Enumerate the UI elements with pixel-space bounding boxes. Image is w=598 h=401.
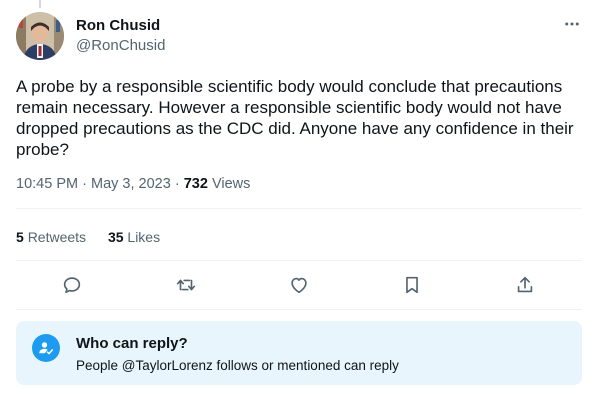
divider — [16, 208, 582, 209]
reply-restriction-description: People @TaylorLorenz follows or mentione… — [76, 358, 399, 373]
reply-restriction-title: Who can reply? — [76, 335, 188, 352]
mention-person-icon — [32, 334, 60, 362]
retweet-button[interactable] — [171, 270, 201, 300]
tweet-date[interactable]: May 3, 2023 — [91, 176, 171, 192]
share-button[interactable] — [510, 270, 540, 300]
author-names: Ron Chusid @RonChusid — [76, 16, 165, 56]
engagement-stats: 5 Retweets 35 Likes — [16, 227, 178, 247]
retweets-label: Retweets — [27, 229, 87, 245]
meta-separator: · — [174, 176, 180, 192]
likes-count: 35 — [107, 229, 124, 245]
author-handle[interactable]: @RonChusid — [76, 36, 165, 56]
more-options-button[interactable] — [562, 14, 582, 34]
author-display-name[interactable]: Ron Chusid — [76, 16, 165, 36]
meta-separator: · — [82, 176, 87, 192]
tweet-time[interactable]: 10:45 PM — [16, 176, 78, 192]
share-icon — [517, 276, 533, 293]
avatar-image — [16, 12, 64, 60]
like-icon — [291, 277, 307, 294]
divider — [16, 260, 582, 261]
reply-icon — [63, 277, 81, 294]
retweets-count: 5 — [16, 229, 24, 245]
reply-button[interactable] — [57, 270, 87, 300]
retweet-icon — [176, 279, 196, 291]
reply-restriction-notice: Who can reply? People @TaylorLorenz foll… — [16, 321, 582, 385]
likes-label: Likes — [127, 229, 161, 245]
more-icon — [565, 22, 579, 26]
tweet-text: A probe by a responsible scientific body… — [16, 77, 574, 159]
views-label: Views — [211, 176, 251, 192]
like-button[interactable] — [284, 270, 314, 300]
divider — [16, 309, 582, 310]
views-count: 732 — [183, 176, 208, 192]
likes-stat[interactable]: 35 Likes — [108, 227, 160, 247]
avatar[interactable] — [16, 12, 64, 60]
action-bar — [16, 270, 582, 300]
bookmark-button[interactable] — [397, 270, 427, 300]
bookmark-icon — [406, 276, 418, 294]
retweets-stat[interactable]: 5 Retweets — [16, 227, 86, 247]
tweet-meta: 10:45 PM · May 3, 2023 · 732 Views — [16, 174, 250, 194]
tweet-header: Ron Chusid @RonChusid — [16, 12, 582, 60]
thread-connector-line — [39, 0, 41, 8]
